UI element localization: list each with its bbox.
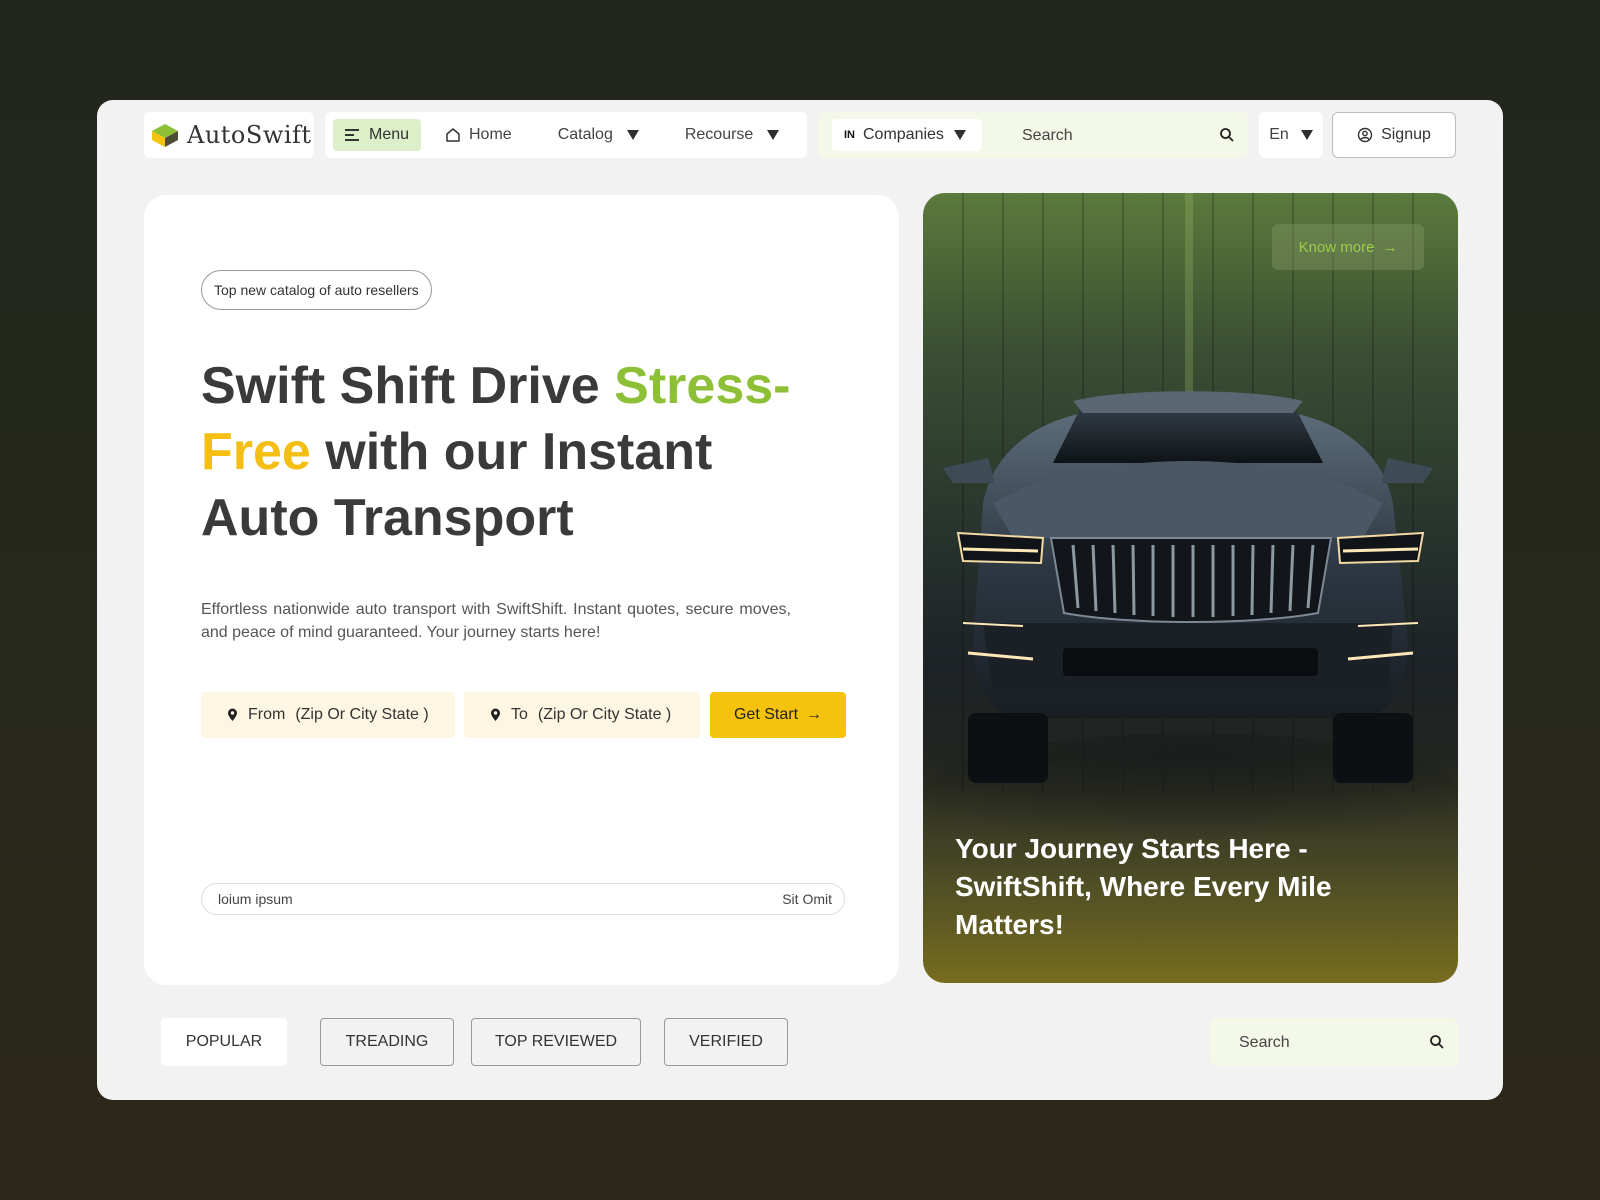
location-pin-icon [228,708,237,721]
search-icon[interactable] [1218,126,1236,144]
from-hint: (Zip Or City State ) [295,706,429,723]
footer-right-text: Sit Omit [782,891,832,907]
from-location-field[interactable]: From (Zip Or City State ) [201,692,455,738]
caret-down-icon [1300,130,1313,140]
promo-image-card: Know more → Your Journey Starts Here - S… [923,193,1458,983]
brand-name: AutoSwift [187,121,312,149]
get-start-label: Get Start [733,706,799,723]
to-hint: (Zip Or City State ) [537,706,672,723]
to-location-field[interactable]: To (Zip Or City State ) [464,692,700,738]
hero-card: Top new catalog of auto resellers Swift … [144,195,899,985]
from-label: From [248,706,286,723]
tab-popular[interactable]: POPULAR [161,1018,287,1066]
arrow-right-icon: → [1382,238,1398,256]
hero-tag: Top new catalog of auto resellers [201,270,432,310]
arrow-right-icon: → [806,706,823,723]
menu-label: Menu [369,126,410,143]
app-frame: AutoSwift Menu Home Catalog Recourse IN … [97,100,1503,1100]
hero-headline: Swift Shift Drive Stress- Free with our I… [201,353,821,551]
tab-top-reviewed[interactable]: TOP REVIEWED [471,1018,641,1066]
menu-button[interactable]: Menu [333,119,421,151]
header-search-input[interactable] [1020,120,1204,152]
nav-resource-label: Recourse [684,126,754,143]
headline-yellow-word: Free [201,423,311,481]
hero-footer-bar[interactable]: loium ipsum Sit Omit [201,883,845,915]
tab-treading[interactable]: TREADING [320,1018,454,1066]
tab-verified[interactable]: VERIFIED [664,1018,788,1066]
nav-catalog-label: Catalog [557,126,613,143]
home-icon [446,128,460,142]
caret-down-icon [953,130,966,140]
companies-label: Companies [863,126,944,143]
hero-description: Effortless nationwide auto transport wit… [201,601,791,641]
signup-button[interactable]: Signup [1332,112,1456,158]
get-start-button[interactable]: Get Start → [710,692,846,738]
nav-home-label: Home [469,126,512,143]
to-label: To [511,706,528,723]
tab-label: VERIFIED [689,1033,763,1050]
user-gear-icon [1357,127,1373,143]
companies-dropdown[interactable]: IN Companies [832,119,982,151]
nav-home[interactable]: Home [445,126,512,144]
location-pin-icon [491,708,500,721]
headline-part1: Swift Shift Drive [201,357,615,415]
bottom-search-bar [1210,1018,1458,1066]
signup-label: Signup [1381,126,1431,143]
know-more-button[interactable]: Know more → [1272,224,1424,270]
tab-label: POPULAR [185,1033,263,1050]
footer-left-text: loium ipsum [218,891,293,907]
country-code: IN [844,129,855,141]
promo-caption: Your Journey Starts Here - SwiftShift, W… [955,833,1332,940]
search-icon[interactable] [1428,1033,1446,1051]
tab-label: TREADING [345,1033,429,1050]
language-selector[interactable]: En [1259,112,1323,158]
caret-down-icon [767,130,780,140]
nav-catalog[interactable]: Catalog [558,126,639,144]
language-label: En [1269,126,1289,143]
headline-green-word: Stress- [614,357,791,415]
header-search-group: IN Companies [818,112,1248,158]
nav-resource[interactable]: Recourse [684,126,780,144]
know-more-label: Know more [1298,238,1375,256]
main-nav: Menu Home Catalog Recourse [325,112,807,158]
logo-cube-icon [152,124,178,147]
bottom-search-input[interactable] [1237,1028,1411,1058]
caret-down-icon [626,130,639,140]
tab-label: TOP REVIEWED [494,1033,618,1050]
brand-logo[interactable]: AutoSwift [144,112,314,158]
hamburger-icon [345,129,359,141]
